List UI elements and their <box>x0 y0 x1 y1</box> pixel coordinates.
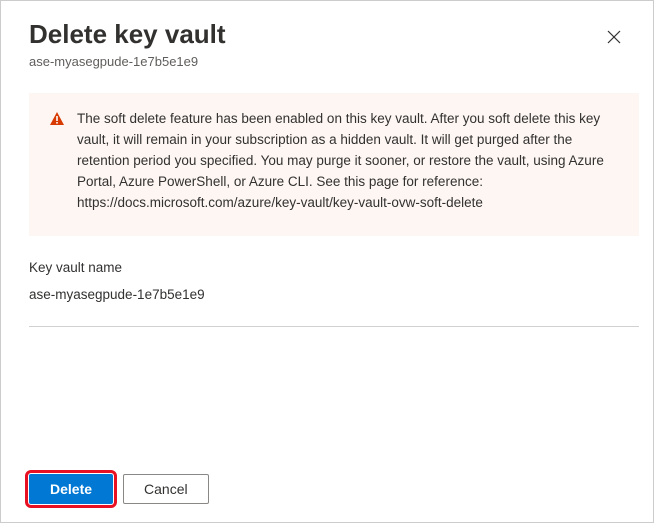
close-icon <box>607 28 621 48</box>
page-title: Delete key vault <box>29 19 226 50</box>
key-vault-name-value: ase-myasegpude-1e7b5e1e9 <box>29 287 639 302</box>
warning-message: The soft delete feature has been enabled… <box>77 109 619 214</box>
cancel-button[interactable]: Cancel <box>123 474 209 504</box>
header-text-block: Delete key vault ase-myasegpude-1e7b5e1e… <box>29 19 226 87</box>
warning-icon <box>49 111 65 214</box>
delete-button[interactable]: Delete <box>29 474 113 504</box>
panel-header: Delete key vault ase-myasegpude-1e7b5e1e… <box>29 19 625 87</box>
content-scroll-area[interactable]: The soft delete feature has been enabled… <box>1 93 653 450</box>
warning-banner: The soft delete feature has been enabled… <box>29 93 639 236</box>
close-button[interactable] <box>603 25 625 51</box>
divider <box>29 326 639 327</box>
footer-actions: Delete Cancel <box>29 474 209 504</box>
key-vault-name-label: Key vault name <box>29 260 639 275</box>
delete-key-vault-panel: Delete key vault ase-myasegpude-1e7b5e1e… <box>1 1 653 522</box>
page-subtitle: ase-myasegpude-1e7b5e1e9 <box>29 54 226 69</box>
